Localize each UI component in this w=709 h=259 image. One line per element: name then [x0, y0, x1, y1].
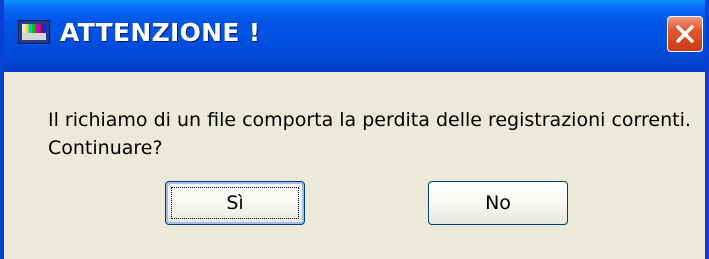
yes-button[interactable]: Sì — [165, 181, 305, 225]
no-button-label: No — [485, 192, 511, 214]
title-bar[interactable]: ATTENZIONE ! — [4, 0, 705, 72]
app-icon — [18, 20, 50, 44]
dialog-title: ATTENZIONE ! — [60, 18, 261, 47]
dialog-message: Il richiamo di un file comporta la perdi… — [48, 106, 691, 162]
close-button[interactable] — [667, 16, 703, 52]
focus-rectangle — [171, 187, 299, 219]
message-line-2: Continuare? — [48, 137, 163, 159]
dialog-window: ATTENZIONE ! Il richiamo di un file comp… — [0, 0, 709, 259]
message-line-1: Il richiamo di un file comporta la perdi… — [48, 109, 691, 131]
no-button[interactable]: No — [428, 181, 568, 225]
close-icon — [676, 25, 694, 43]
